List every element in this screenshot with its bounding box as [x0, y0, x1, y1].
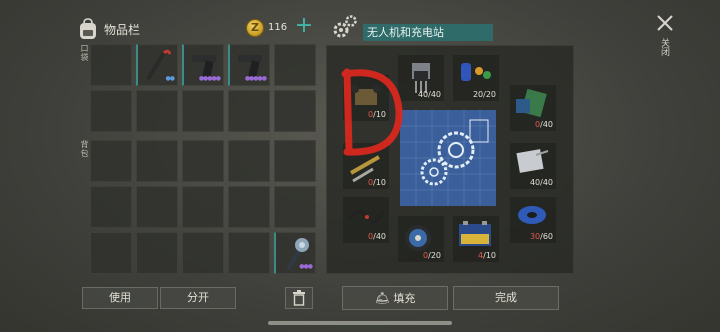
- rarity-dots: ●●●●●: [198, 75, 221, 82]
- close-icon[interactable]: [655, 13, 675, 33]
- home-indicator[interactable]: [268, 321, 452, 325]
- ingredient-count: 20/20: [472, 90, 496, 99]
- backpack-slot[interactable]: [274, 140, 316, 182]
- backpack-slot[interactable]: [274, 186, 316, 228]
- backpack-slot[interactable]: [90, 232, 132, 274]
- trash-button[interactable]: [285, 287, 313, 309]
- rarity-dots: ●●: [165, 75, 176, 82]
- pocket-slot[interactable]: [182, 90, 224, 132]
- backpack-slot[interactable]: [182, 140, 224, 182]
- ingredient-slot-battery[interactable]: 4/10: [453, 216, 499, 262]
- split-button[interactable]: 分开: [160, 287, 236, 309]
- ingredient-slot-wires[interactable]: 0/40: [343, 197, 389, 243]
- ingredient-count: 40/40: [529, 178, 553, 187]
- pocket-slot-crowbar[interactable]: ●●: [136, 44, 178, 86]
- recipe-title: 无人机和充电站: [363, 24, 493, 41]
- pocket-label: 口袋: [80, 44, 89, 62]
- done-button[interactable]: 完成: [453, 286, 559, 310]
- backpack-slot[interactable]: [136, 186, 178, 228]
- pocket-slot[interactable]: [274, 90, 316, 132]
- backpack-slot[interactable]: [90, 186, 132, 228]
- ingredient-count: 0/40: [535, 120, 553, 129]
- ingredient-slot-circuit-boards[interactable]: 0/40: [510, 85, 556, 131]
- red-d-annotation: [341, 68, 403, 156]
- backpack-slot[interactable]: [228, 232, 270, 274]
- ingredient-count: 0/10: [368, 178, 386, 187]
- ingredient-slot-capacitors[interactable]: 20/20: [453, 55, 499, 101]
- use-button[interactable]: 使用: [82, 287, 158, 309]
- ingredient-count: 30/60: [529, 232, 553, 241]
- ingredient-slot-metal-parts[interactable]: 40/40: [510, 143, 556, 189]
- backpack-slot-mace[interactable]: ●●●: [274, 232, 316, 274]
- rarity-dots: ●●●●●: [244, 75, 267, 82]
- pocket-slot[interactable]: [90, 90, 132, 132]
- pocket-slot[interactable]: [228, 90, 270, 132]
- backpack-slot[interactable]: [228, 186, 270, 228]
- rarity-dots: ●●●: [299, 263, 313, 270]
- backpack-label: 背包: [80, 140, 89, 158]
- trash-icon: [293, 290, 305, 306]
- backpack-slot[interactable]: [136, 140, 178, 182]
- backpack-slot[interactable]: [182, 186, 224, 228]
- backpack-slot[interactable]: [228, 140, 270, 182]
- bell-icon: 🛎: [374, 291, 390, 305]
- backpack-slot[interactable]: [90, 140, 132, 182]
- pocket-slot[interactable]: [136, 90, 178, 132]
- gears-icon: [333, 15, 357, 38]
- coin-count: 116: [268, 22, 288, 33]
- inventory-title: 物品栏: [104, 23, 141, 37]
- gold-coin-icon: Z: [246, 19, 264, 37]
- ingredient-count: 4/10: [478, 251, 496, 260]
- ingredient-slot-wire-spool[interactable]: 0/20: [398, 216, 444, 262]
- pocket-slot-pistol[interactable]: ●●●●●: [182, 44, 224, 86]
- blueprint-image: [400, 110, 496, 206]
- add-coins-button[interactable]: +: [294, 15, 314, 37]
- close-label[interactable]: 关闭: [658, 38, 671, 56]
- fill-label: 填充: [393, 292, 416, 305]
- pocket-slot-pistol[interactable]: ●●●●●: [228, 44, 270, 86]
- backpack-icon: [80, 18, 96, 39]
- ingredient-count: 40/40: [417, 90, 441, 99]
- ingredient-count: 0/20: [423, 251, 441, 260]
- ingredient-count: 0/40: [368, 232, 386, 241]
- ingredient-slot-tape[interactable]: 30/60: [510, 197, 556, 243]
- fill-button[interactable]: 🛎 填充: [342, 286, 448, 310]
- pocket-slot[interactable]: [274, 44, 316, 86]
- backpack-slot[interactable]: [182, 232, 224, 274]
- pocket-slot[interactable]: [90, 44, 132, 86]
- backpack-slot[interactable]: [136, 232, 178, 274]
